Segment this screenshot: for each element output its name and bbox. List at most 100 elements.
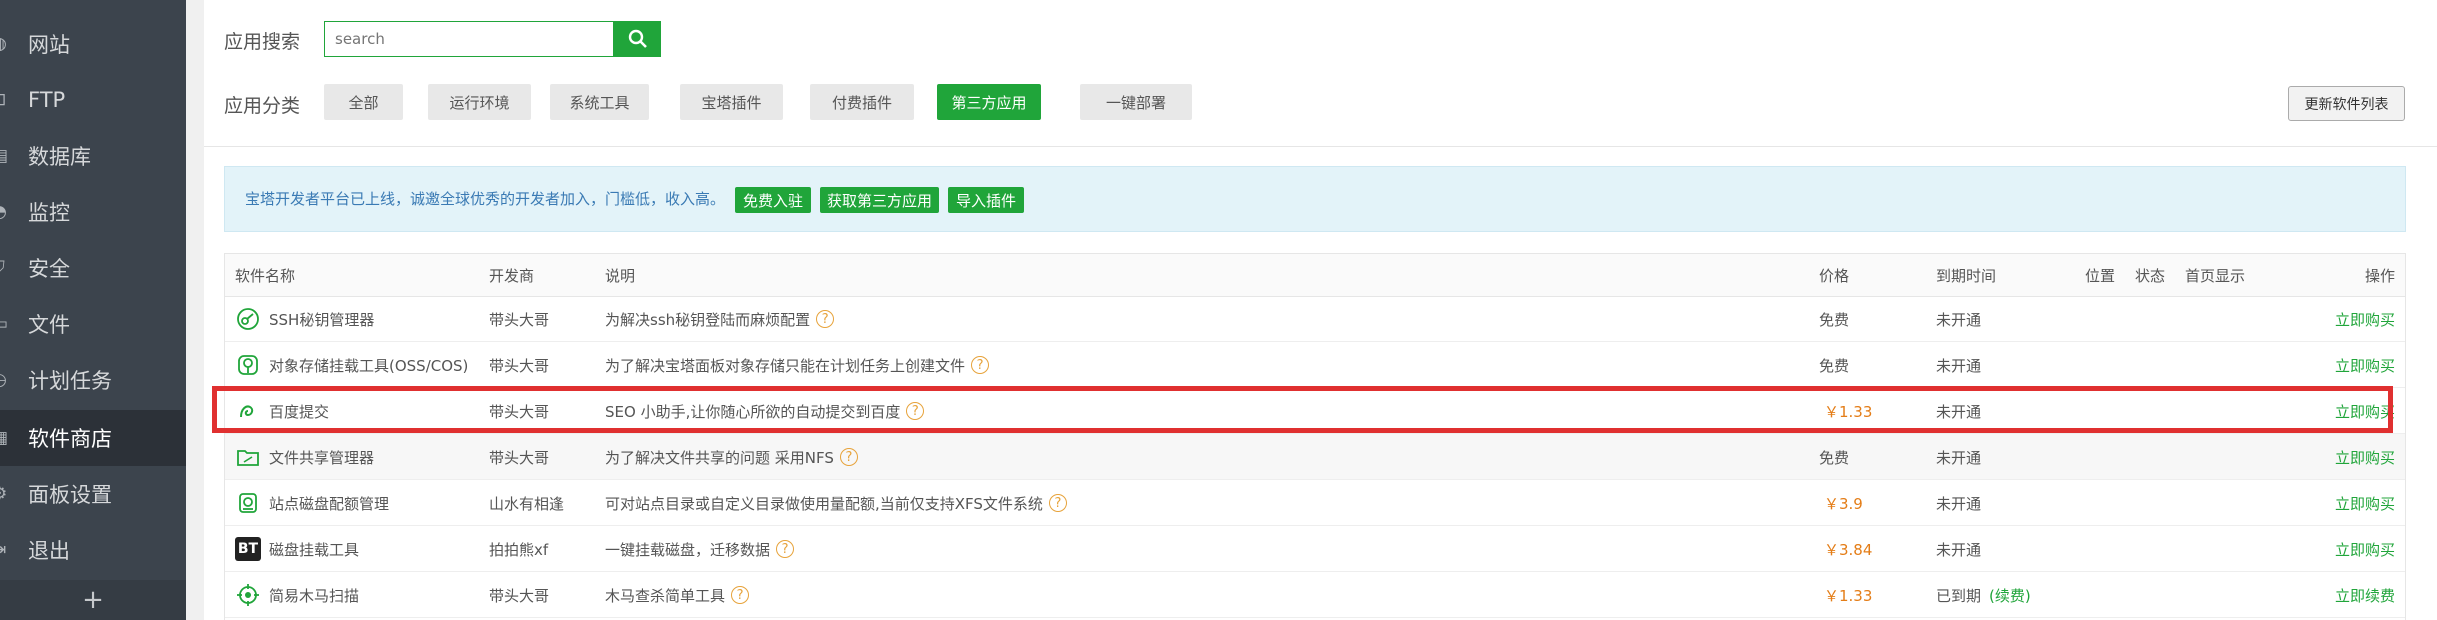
expire-text: 已到期: [1936, 586, 1982, 605]
help-icon[interactable]: ?: [816, 310, 835, 328]
sidebar-item-grid[interactable]: ▦ 软件商店: [0, 410, 186, 466]
sidebar-item-label: 数据库: [28, 145, 91, 169]
category-tab-4[interactable]: 付费插件: [810, 84, 914, 120]
category-tab-0[interactable]: 全部: [324, 84, 403, 120]
col-expire: 到期时间: [1936, 266, 1997, 285]
app-name: 磁盘挂载工具: [269, 540, 360, 559]
category-tab-6[interactable]: 一键部署: [1080, 84, 1192, 120]
import-plugin-button[interactable]: 导入插件: [948, 187, 1024, 213]
category-tab-3[interactable]: 宝塔插件: [680, 84, 783, 120]
table-row: BT 磁盘挂载工具 拍拍熊xf 一键挂载磁盘，迁移数据? ￥3.84 未开通 立即购买: [225, 526, 2405, 572]
app-name-cell: BT 磁盘挂载工具: [235, 526, 359, 572]
col-position: 位置: [2085, 266, 2116, 285]
buy-link[interactable]: 立即续费: [2335, 572, 2395, 618]
category-tab-5[interactable]: 第三方应用: [937, 84, 1041, 120]
sidebar-item-label: 网站: [28, 33, 70, 57]
monitor-icon: ◔: [0, 184, 22, 240]
sidebar-item-folder[interactable]: ▭ 文件: [0, 296, 186, 352]
expire-text: 未开通: [1936, 310, 1982, 329]
key-circle-icon: [235, 306, 261, 332]
description-cell: 为了解决文件共享的问题 采用NFS?: [605, 434, 858, 480]
software-table: 软件名称 开发商 说明 价格 到期时间 位置 状态 首页显示 操作 SSH秘钥管…: [224, 253, 2406, 620]
table-row: 文件共享管理器 带头大哥 为了解决文件共享的问题 采用NFS? 免费 未开通 立即购买: [225, 434, 2405, 480]
app-name-cell: SSH秘钥管理器: [235, 296, 374, 342]
description-cell: 为解决ssh秘钥登陆而麻烦配置?: [605, 296, 835, 342]
category-tab-1[interactable]: 运行环境: [428, 84, 531, 120]
help-icon[interactable]: ?: [1048, 494, 1067, 512]
help-icon[interactable]: ?: [839, 448, 858, 466]
category-label: 应用分类: [224, 95, 301, 117]
get-third-party-apps-button[interactable]: 获取第三方应用: [820, 187, 939, 213]
col-description: 说明: [605, 266, 636, 285]
update-software-list-button[interactable]: 更新软件列表: [2288, 86, 2405, 121]
sidebar-item-label: 安全: [28, 257, 70, 281]
search-label: 应用搜索: [224, 31, 301, 53]
disk-quota-icon: [235, 490, 261, 516]
sidebar-item-shield[interactable]: ⛉安全: [0, 240, 186, 296]
description-text: 木马查杀简单工具: [605, 586, 726, 605]
buy-link[interactable]: 立即购买: [2335, 296, 2395, 342]
divider: [204, 146, 2437, 147]
highlight-box: [212, 386, 2393, 433]
bt-badge-text: BT: [235, 537, 261, 561]
expire-text: 未开通: [1936, 448, 1982, 467]
sidebar-item-label: 退出: [28, 539, 70, 563]
buy-link[interactable]: 立即购买: [2335, 480, 2395, 526]
sidebar-item-label: 文件: [28, 313, 70, 337]
expire-text: 未开通: [1936, 540, 1982, 559]
description-cell: 为了解决宝塔面板对象存储只能在计划任务上创建文件?: [605, 342, 990, 388]
search-field[interactable]: [324, 21, 614, 57]
expire-cell: 未开通: [1936, 480, 1981, 526]
description-text: 为解决ssh秘钥登陆而麻烦配置: [605, 310, 811, 329]
description-cell: 可对站点目录或自定义目录做使用量配额,当前仅支持XFS文件系统?: [605, 480, 1067, 526]
description-cell: 一键挂载磁盘，迁移数据?: [605, 526, 795, 572]
buy-link[interactable]: 立即购买: [2335, 342, 2395, 388]
col-action: 操作: [2364, 266, 2395, 285]
sidebar-item-gear[interactable]: ⚙面板设置: [0, 466, 186, 522]
col-price: 价格: [1819, 266, 1850, 285]
price-cell: ￥3.9: [1824, 494, 1863, 513]
sidebar-item-logout[interactable]: ⇥退出: [0, 522, 186, 578]
free-join-button[interactable]: 免费入驻: [735, 187, 811, 213]
sidebar-item-clock[interactable]: ◷计划任务: [0, 352, 186, 408]
app-name: 文件共享管理器: [269, 448, 375, 467]
description-text: 为了解决宝塔面板对象存储只能在计划任务上创建文件: [605, 356, 966, 375]
table-header: 软件名称 开发商 说明 价格 到期时间 位置 状态 首页显示 操作: [225, 254, 2405, 297]
buy-link[interactable]: 立即购买: [2335, 434, 2395, 480]
sidebar-item-label: 面板设置: [28, 483, 112, 507]
col-developer: 开发商: [489, 266, 535, 285]
notice-banner: 宝塔开发者平台已上线，诚邀全球优秀的开发者加入，门槛低，收入高。 免费入驻 获取…: [224, 166, 2406, 232]
expire-text: 未开通: [1936, 494, 1982, 513]
sidebar-item-ftp[interactable]: ⊡FTP: [0, 72, 186, 128]
developer-cell: 带头大哥: [489, 448, 550, 467]
renew-link[interactable]: (续费): [1989, 585, 2031, 606]
target-scan-icon: [235, 582, 261, 608]
expire-cell: 未开通: [1936, 342, 1981, 388]
clock-icon: ◷: [0, 352, 22, 408]
sidebar-item-label: FTP: [28, 88, 66, 112]
price-cell: ￥3.84: [1824, 540, 1873, 559]
sidebar-item-database[interactable]: ▤ 数据库: [0, 128, 186, 184]
sidebar-item-monitor[interactable]: ◔监控: [0, 184, 186, 240]
help-icon[interactable]: ?: [971, 356, 990, 374]
help-icon[interactable]: ?: [731, 586, 750, 604]
buy-link[interactable]: 立即购买: [2335, 526, 2395, 572]
table-row: 简易木马扫描 带头大哥 木马查杀简单工具? ￥1.33 已到期 (续费) 立即续费: [225, 572, 2405, 618]
search-input[interactable]: [325, 22, 613, 56]
developer-cell: 山水有相逢: [489, 494, 565, 513]
sidebar-add-button[interactable]: +: [0, 580, 186, 620]
expire-cell: 未开通: [1936, 296, 1981, 342]
expire-text: 未开通: [1936, 356, 1982, 375]
bt-badge-icon: BT: [235, 536, 261, 562]
expire-cell: 未开通: [1936, 434, 1981, 480]
gear-icon: ⚙: [0, 466, 22, 522]
sidebar-item-label: 监控: [28, 201, 70, 225]
sidebar-item-globe[interactable]: ◍网站: [0, 16, 186, 72]
search-button[interactable]: [614, 21, 661, 57]
category-tab-2[interactable]: 系统工具: [550, 84, 649, 120]
price-cell: 免费: [1819, 310, 1850, 329]
description-cell: 木马查杀简单工具?: [605, 572, 750, 618]
help-icon[interactable]: ?: [776, 540, 795, 558]
table-row: 对象存储挂载工具(OSS/COS) 带头大哥 为了解决宝塔面板对象存储只能在计划任务…: [225, 342, 2405, 388]
app-name: 站点磁盘配额管理: [269, 494, 390, 513]
